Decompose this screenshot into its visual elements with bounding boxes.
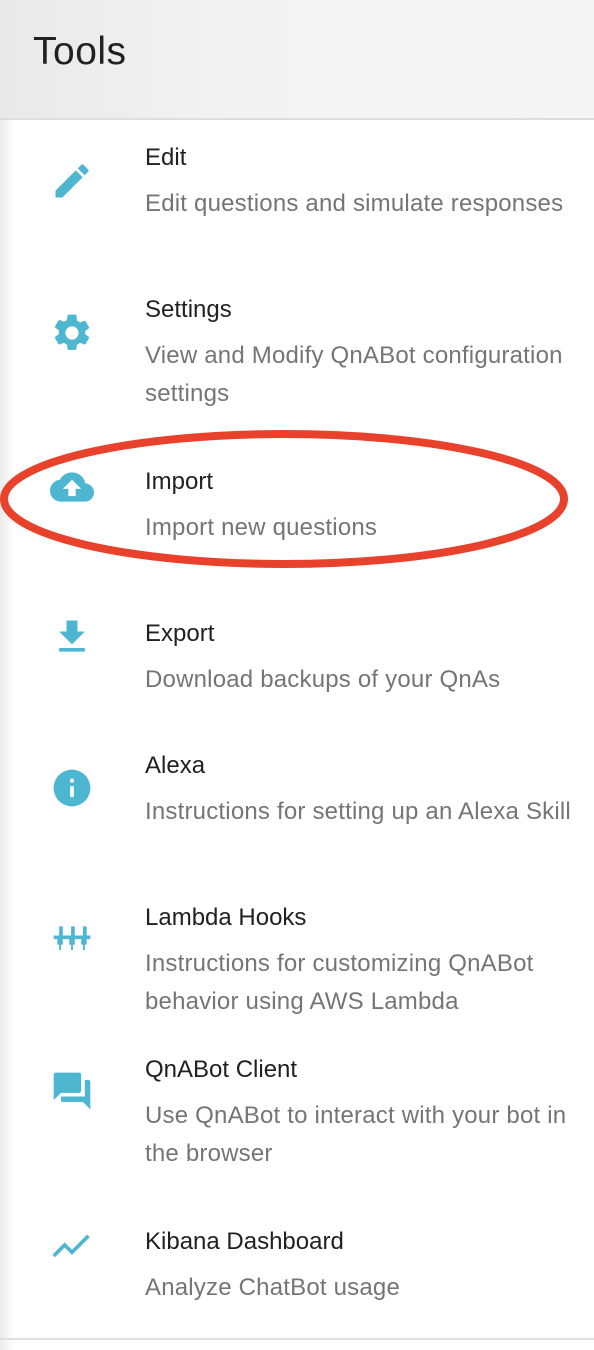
- info-icon: [50, 766, 94, 810]
- pencil-icon: [50, 159, 94, 203]
- tools-item-export[interactable]: Export Download backups of your QnAs: [0, 619, 594, 709]
- tools-item-subtitle: Instructions for customizing QnABot beha…: [145, 950, 534, 1015]
- tools-item-title: QnABot Client: [145, 1056, 298, 1083]
- tools-item-title: Lambda Hooks: [145, 904, 307, 931]
- drawer-title: Tools: [33, 30, 127, 73]
- tools-item-title: Kibana Dashboard: [145, 1228, 344, 1255]
- chat-icon: [50, 1069, 94, 1113]
- tools-item-subtitle: Download backups of your QnAs: [145, 666, 501, 693]
- tools-item-title: Edit: [145, 144, 187, 171]
- bottom-divider: [0, 1338, 594, 1340]
- tools-item-edit[interactable]: Edit Edit questions and simulate respons…: [0, 143, 594, 263]
- tools-item-subtitle: View and Modify QnABot configuration set…: [145, 342, 563, 407]
- tools-item-subtitle: Edit questions and simulate responses: [145, 190, 564, 217]
- tools-item-subtitle: Instructions for setting up an Alexa Ski…: [145, 798, 571, 825]
- gear-icon: [50, 311, 94, 355]
- input-hooks-icon: [50, 919, 94, 963]
- download-icon: [50, 615, 94, 659]
- tools-item-title: Import: [145, 468, 214, 495]
- tools-item-alexa[interactable]: Alexa Instructions for setting up an Ale…: [0, 751, 594, 871]
- tools-item-kibana-dashboard[interactable]: Kibana Dashboard Analyze ChatBot usage: [0, 1227, 594, 1317]
- tools-item-settings[interactable]: Settings View and Modify QnABot configur…: [0, 295, 594, 415]
- tools-item-lambda-hooks[interactable]: Lambda Hooks Instructions for customizin…: [0, 903, 594, 1023]
- drawer-header: Tools: [0, 0, 594, 120]
- tools-item-subtitle: Analyze ChatBot usage: [145, 1274, 401, 1301]
- cloud-upload-icon: [50, 465, 94, 509]
- tools-item-subtitle: Use QnABot to interact with your bot in …: [145, 1102, 567, 1167]
- tools-item-title: Export: [145, 620, 215, 647]
- tools-item-title: Alexa: [145, 752, 206, 779]
- tools-item-import[interactable]: Import Import new questions: [0, 467, 594, 547]
- trending-line-icon: [50, 1223, 94, 1267]
- tools-item-qnabot-client[interactable]: QnABot Client Use QnABot to interact wit…: [0, 1055, 594, 1175]
- tools-drawer: Tools Edit Edit questions and simulate r…: [0, 0, 594, 1350]
- tools-item-title: Settings: [145, 296, 232, 323]
- tools-item-subtitle: Import new questions: [145, 514, 378, 541]
